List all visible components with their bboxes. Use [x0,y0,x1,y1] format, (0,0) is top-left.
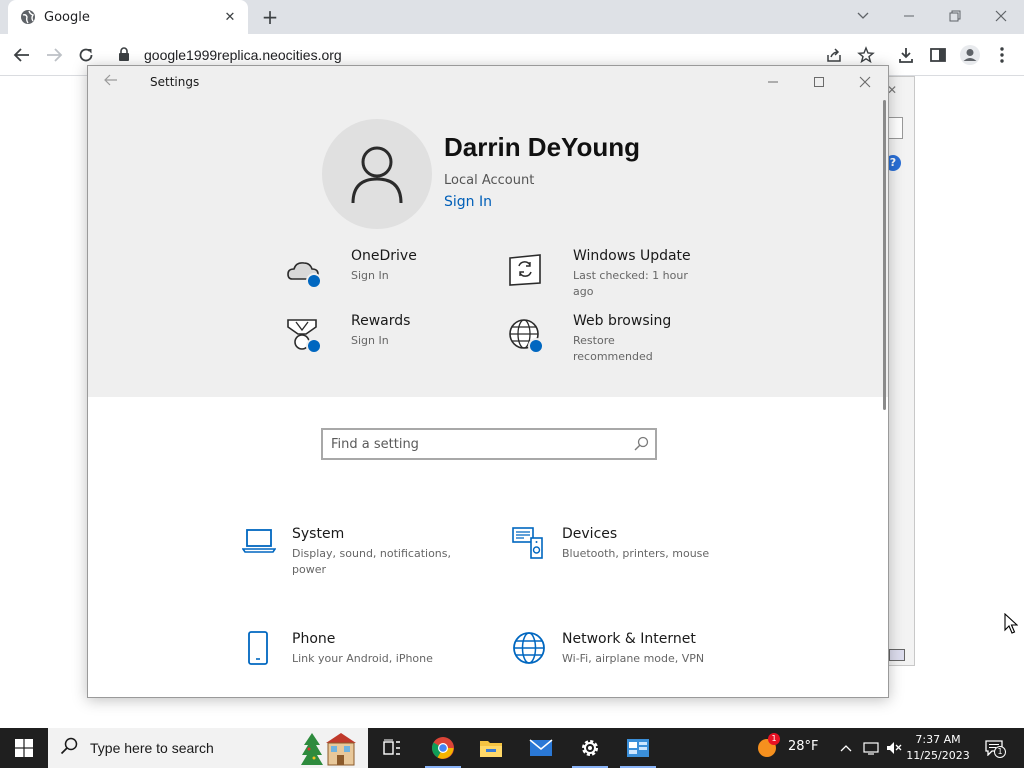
share-icon[interactable] [822,43,846,67]
weather-badge: 1 [768,733,780,745]
chrome-taskbar-icon[interactable] [419,728,467,768]
rewards-medal-icon [286,318,326,358]
mail-icon[interactable] [517,728,565,768]
promo-title: Windows Update [573,248,691,264]
category-subtitle: Link your Android, iPhone [292,652,433,665]
clock-time: 7:37 AM [915,733,961,746]
settings-back-arrow-icon[interactable] [104,73,122,91]
settings-close-button[interactable] [855,72,875,92]
browser-tab-strip: Google ✕ + [0,0,1024,34]
category-title: Phone [292,631,336,647]
category-title: System [292,526,345,542]
tab-search-chevron-icon[interactable] [851,4,875,28]
search-icon[interactable] [633,436,649,452]
back-arrow-icon[interactable] [10,43,34,67]
start-button[interactable] [0,728,48,768]
side-panel-icon[interactable] [926,43,950,67]
bookmark-star-icon[interactable] [854,43,878,67]
category-subtitle: Display, sound, notifications, power [292,547,452,576]
globe-favicon-icon [20,9,36,25]
kebab-menu-icon[interactable] [990,43,1014,67]
user-avatar[interactable] [322,119,432,229]
network-tray-icon[interactable] [861,738,881,758]
find-setting-input[interactable] [331,435,621,453]
reload-icon[interactable] [74,43,98,67]
settings-header: Settings Darrin DeYoung Local Account Si… [88,66,888,397]
browser-restore-button[interactable] [943,4,967,28]
new-tab-button[interactable]: + [258,5,282,29]
volume-muted-icon[interactable] [884,738,904,758]
settings-title: Settings [150,75,200,89]
small-window-icon [889,649,905,661]
promo-title: OneDrive [351,248,417,264]
promo-status-badge [528,338,544,354]
category-title: Devices [562,526,618,542]
laptop-icon [241,526,277,560]
browser-minimize-button[interactable] [897,4,921,28]
promo-subtitle: Sign In [351,269,389,282]
mouse-cursor-icon [1004,612,1019,635]
promo-subtitle: Last checked: 1 hour ago [573,269,688,298]
weather-temperature: 28°F [788,739,819,754]
clock-date: 11/25/2023 [906,749,970,762]
lock-icon [118,46,130,65]
category-title: Network & Internet [562,631,696,647]
taskbar: Type here to search 1 28°F 7:37 AM 11/25… [0,728,1024,768]
url-text: google1999replica.neocities.org [144,47,342,63]
promo-title: Web browsing [573,313,672,329]
user-name: Darrin DeYoung [444,132,640,162]
browser-close-button[interactable] [989,4,1013,28]
settings-minimize-button[interactable] [763,72,783,92]
promo-subtitle: Restore recommended [573,334,653,363]
promo-subtitle: Sign In [351,334,389,347]
promo-title: Rewards [351,313,411,329]
settings-titlebar: Settings [88,66,888,98]
account-type: Local Account [444,173,535,188]
notification-count: 1 [994,746,1006,758]
weather-widget[interactable]: 1 [756,733,780,760]
tab-title: Google [44,9,90,25]
globe-icon [508,318,548,358]
task-view-icon[interactable] [368,728,416,768]
tray-chevron-up-icon[interactable] [836,738,856,758]
settings-maximize-button[interactable] [809,72,829,92]
category-subtitle: Wi-Fi, airplane mode, VPN [562,652,705,665]
settings-scrollbar[interactable] [883,100,886,410]
windows-update-icon [508,253,548,293]
promo-status-badge [306,273,322,289]
cloud-icon [286,253,326,293]
person-icon [351,146,403,204]
tab-close-icon[interactable]: ✕ [222,9,238,25]
settings-window: Settings Darrin DeYoung Local Account Si… [87,65,889,698]
notification-center-icon[interactable]: 1 [982,738,1006,758]
taskbar-search-placeholder: Type here to search [90,740,214,756]
sign-in-link[interactable]: Sign In [444,194,492,210]
category-subtitle: Bluetooth, printers, mouse [562,547,710,560]
holiday-house-icon [300,731,358,768]
settings-gear-icon[interactable] [566,728,614,768]
windows-logo-icon [15,739,33,757]
taskbar-search-icon [60,737,78,759]
forward-arrow-icon[interactable] [42,43,66,67]
network-globe-icon [512,631,546,665]
phone-icon [242,631,276,665]
system-clock[interactable]: 7:37 AM 11/25/2023 [904,732,972,764]
download-icon[interactable] [894,43,918,67]
control-panel-icon[interactable] [614,728,662,768]
taskbar-search-box[interactable]: Type here to search [48,728,368,768]
devices-icon [512,526,546,560]
find-setting-box[interactable] [321,428,657,460]
browser-tab[interactable]: Google ✕ [8,0,248,34]
promo-status-badge [306,338,322,354]
file-explorer-icon[interactable] [467,728,515,768]
profile-avatar-icon[interactable] [958,43,982,67]
